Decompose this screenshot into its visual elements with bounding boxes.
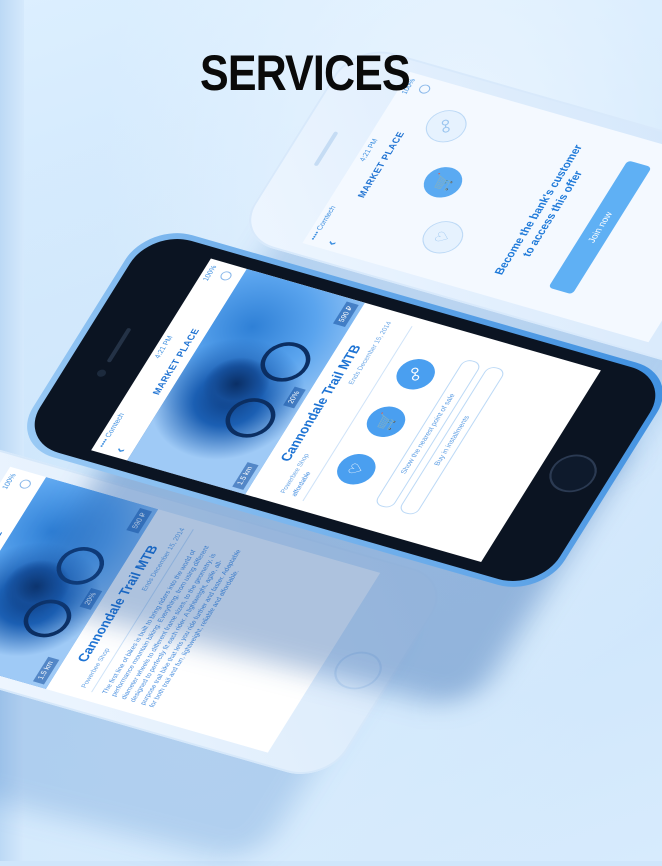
- share-button[interactable]: ☍: [389, 354, 442, 394]
- page-title: SERVICES: [200, 45, 411, 101]
- heart-icon: ♡: [344, 461, 369, 478]
- search-icon[interactable]: [218, 270, 234, 282]
- cart-button[interactable]: 🛒: [416, 163, 470, 202]
- share-button[interactable]: ☍: [418, 105, 474, 147]
- distance-badge: 1.5 km: [232, 462, 259, 490]
- distance-badge: 1.5 km: [32, 656, 60, 685]
- share-icon: ☍: [403, 365, 429, 384]
- cart-icon: 🛒: [373, 411, 400, 433]
- chevron-left-icon[interactable]: ‹: [322, 238, 341, 247]
- share-icon: ☍: [434, 117, 460, 136]
- search-icon[interactable]: [17, 478, 33, 490]
- cart-icon: 🛒: [430, 172, 457, 193]
- price-badge: 590 ₽: [332, 301, 359, 328]
- discount-badge: 20%: [283, 386, 306, 409]
- chevron-left-icon[interactable]: ‹: [110, 445, 129, 454]
- like-button[interactable]: ♡: [330, 449, 383, 489]
- like-button[interactable]: ♡: [415, 216, 471, 258]
- offer-message: Become the bank's customer to access thi…: [478, 122, 614, 302]
- cart-button[interactable]: 🛒: [359, 402, 413, 442]
- heart-icon: ♡: [431, 229, 456, 246]
